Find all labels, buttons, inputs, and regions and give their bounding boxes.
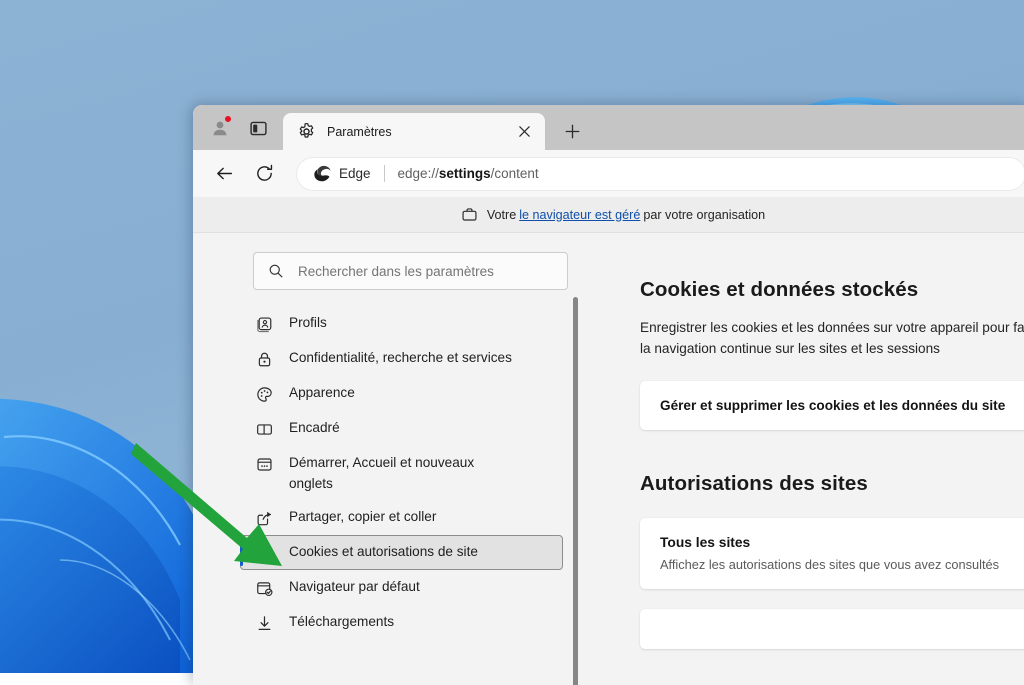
url-bold-segment: settings [439, 166, 491, 181]
sidebar-item-cookies[interactable]: Cookies et autorisations de site [240, 535, 563, 570]
plus-icon [564, 123, 581, 140]
settings-sidebar: Profils Confidentialité, recherche et se… [193, 233, 585, 685]
banner-prefix: Votre [487, 208, 516, 222]
omnibox-divider [384, 165, 385, 182]
all-sites-description: Affichez les autorisations des sites que… [660, 557, 1024, 572]
banner-suffix: par votre organisation [643, 208, 765, 222]
profile-button[interactable] [201, 109, 239, 147]
split-screen-button[interactable] [239, 109, 277, 147]
profiles-icon [253, 313, 275, 335]
section-subtitle-cookies: Enregistrer les cookies et les données s… [640, 317, 1024, 359]
edge-browser-window: Paramètres [193, 105, 1024, 685]
settings-content: Cookies et données stockés Enregistrer l… [585, 233, 1024, 685]
sidebar-item-encadre[interactable]: Encadré [240, 411, 563, 446]
sidebar-item-navigateur-defaut[interactable]: Navigateur par défaut [240, 570, 563, 605]
edge-logo-icon [313, 164, 332, 183]
browser-tab[interactable]: Paramètres [283, 113, 545, 150]
palette-icon [253, 383, 275, 405]
browser-window-icon [253, 453, 275, 475]
sidebar-item-demarrer[interactable]: Démarrer, Accueil et nouveaux onglets [240, 446, 563, 500]
new-tab-button[interactable] [555, 115, 589, 147]
edge-badge-label: Edge [339, 166, 371, 181]
all-sites-title: Tous les sites [660, 535, 1024, 550]
reload-icon [254, 163, 275, 184]
sidebar-item-label: Navigateur par défaut [289, 576, 420, 597]
sidebar-item-partager[interactable]: Partager, copier et coller [240, 500, 563, 535]
sidebar-item-profils[interactable]: Profils [240, 306, 563, 341]
sidebar-item-label: Démarrer, Accueil et nouveaux onglets [289, 452, 513, 494]
sidebar-scrollbar[interactable] [573, 297, 578, 685]
sidebar-panel-icon [253, 418, 275, 440]
next-permission-card[interactable] [640, 609, 1024, 649]
cookie-permissions-icon [253, 542, 275, 564]
split-screen-icon [249, 119, 268, 138]
sidebar-item-label: Encadré [289, 417, 340, 438]
notification-badge [224, 115, 232, 123]
edge-logo-badge: Edge [313, 164, 371, 183]
address-bar[interactable]: Edge edge://settings/content [297, 158, 1024, 190]
gear-icon [297, 122, 316, 141]
managed-browser-banner: Votre le navigateur est géré par votre o… [193, 197, 1024, 233]
section-heading-cookies: Cookies et données stockés [640, 278, 1024, 302]
default-browser-icon [253, 577, 275, 599]
sidebar-item-label: Profils [289, 312, 327, 333]
tab-title: Paramètres [327, 125, 513, 139]
url-prefix: edge:// [398, 166, 439, 181]
sidebar-item-label: Téléchargements [289, 611, 394, 632]
search-input[interactable] [298, 264, 553, 279]
search-settings-box[interactable] [253, 252, 568, 290]
close-icon[interactable] [513, 121, 535, 143]
briefcase-icon [461, 206, 478, 223]
sidebar-item-label: Partager, copier et coller [289, 506, 436, 527]
sidebar-item-label: Cookies et autorisations de site [289, 541, 478, 562]
reload-button[interactable] [247, 157, 281, 191]
browser-toolbar: Edge edge://settings/content [193, 150, 1024, 197]
sidebar-nav-list: Profils Confidentialité, recherche et se… [193, 306, 585, 640]
share-icon [253, 507, 275, 529]
manage-cookies-card[interactable]: Gérer et supprimer les cookies et les do… [640, 381, 1024, 430]
sidebar-item-label: Confidentialité, recherche et services [289, 347, 512, 368]
sidebar-item-telechargements[interactable]: Téléchargements [240, 605, 563, 640]
back-arrow-icon [214, 163, 235, 184]
back-button[interactable] [207, 157, 241, 191]
managed-browser-link[interactable]: le navigateur est géré [519, 208, 640, 222]
lock-icon [253, 348, 275, 370]
all-sites-card[interactable]: Tous les sites Affichez les autorisation… [640, 518, 1024, 589]
address-bar-url: edge://settings/content [398, 166, 539, 181]
sidebar-item-confidentialite[interactable]: Confidentialité, recherche et services [240, 341, 563, 376]
tab-strip: Paramètres [193, 105, 1024, 150]
section-heading-permissions: Autorisations des sites [640, 472, 1024, 496]
section-spacer [640, 430, 1024, 472]
url-suffix: /content [491, 166, 539, 181]
download-icon [253, 612, 275, 634]
search-icon [268, 263, 284, 279]
manage-cookies-label: Gérer et supprimer les cookies et les do… [660, 398, 1024, 413]
sidebar-item-label: Apparence [289, 382, 355, 403]
sidebar-item-apparence[interactable]: Apparence [240, 376, 563, 411]
settings-page: Profils Confidentialité, recherche et se… [193, 233, 1024, 685]
